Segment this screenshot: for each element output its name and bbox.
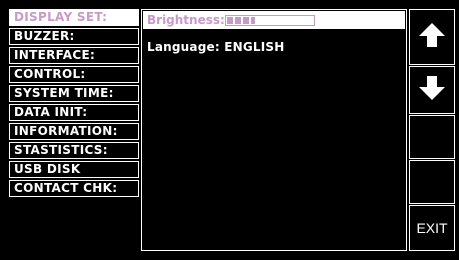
up-button[interactable]: [409, 9, 455, 65]
up-arrow-icon: [417, 21, 447, 53]
menu-item-information[interactable]: INFORMATION:: [9, 123, 139, 140]
side-button-blank-1[interactable]: [409, 115, 455, 159]
menu-item-display-set[interactable]: DISPLAY SET:: [9, 9, 139, 26]
menu-item-system-time[interactable]: SYSTEM TIME:: [9, 85, 139, 102]
side-button-blank-2[interactable]: [409, 160, 455, 204]
exit-button[interactable]: EXIT: [409, 205, 455, 251]
menu-item-control[interactable]: CONTROL:: [9, 66, 139, 83]
brightness-level-segment: [227, 17, 233, 24]
brightness-level-segment: [243, 17, 249, 24]
brightness-label: Brightness:: [147, 13, 225, 27]
menu-item-usb-disk[interactable]: USB DISK: [9, 161, 139, 178]
menu-item-buzzer[interactable]: BUZZER:: [9, 28, 139, 45]
language-setting[interactable]: Language: ENGLISH: [147, 40, 285, 54]
down-button[interactable]: [409, 66, 455, 114]
menu-item-data-init[interactable]: DATA INIT:: [9, 104, 139, 121]
brightness-slider[interactable]: [225, 15, 315, 26]
menu-item-interface[interactable]: INTERFACE:: [9, 47, 139, 64]
exit-label: EXIT: [416, 220, 448, 236]
display-settings-panel: Brightness: Language: ENGLISH: [141, 9, 407, 251]
menu-item-statistics[interactable]: STASTISTICS:: [9, 142, 139, 159]
menu-item-contact-chk[interactable]: CONTACT CHK:: [9, 180, 139, 197]
brightness-level-segment: [235, 17, 241, 24]
down-arrow-icon: [417, 74, 447, 106]
brightness-level-segment: [251, 17, 255, 24]
brightness-setting[interactable]: Brightness:: [143, 11, 405, 29]
